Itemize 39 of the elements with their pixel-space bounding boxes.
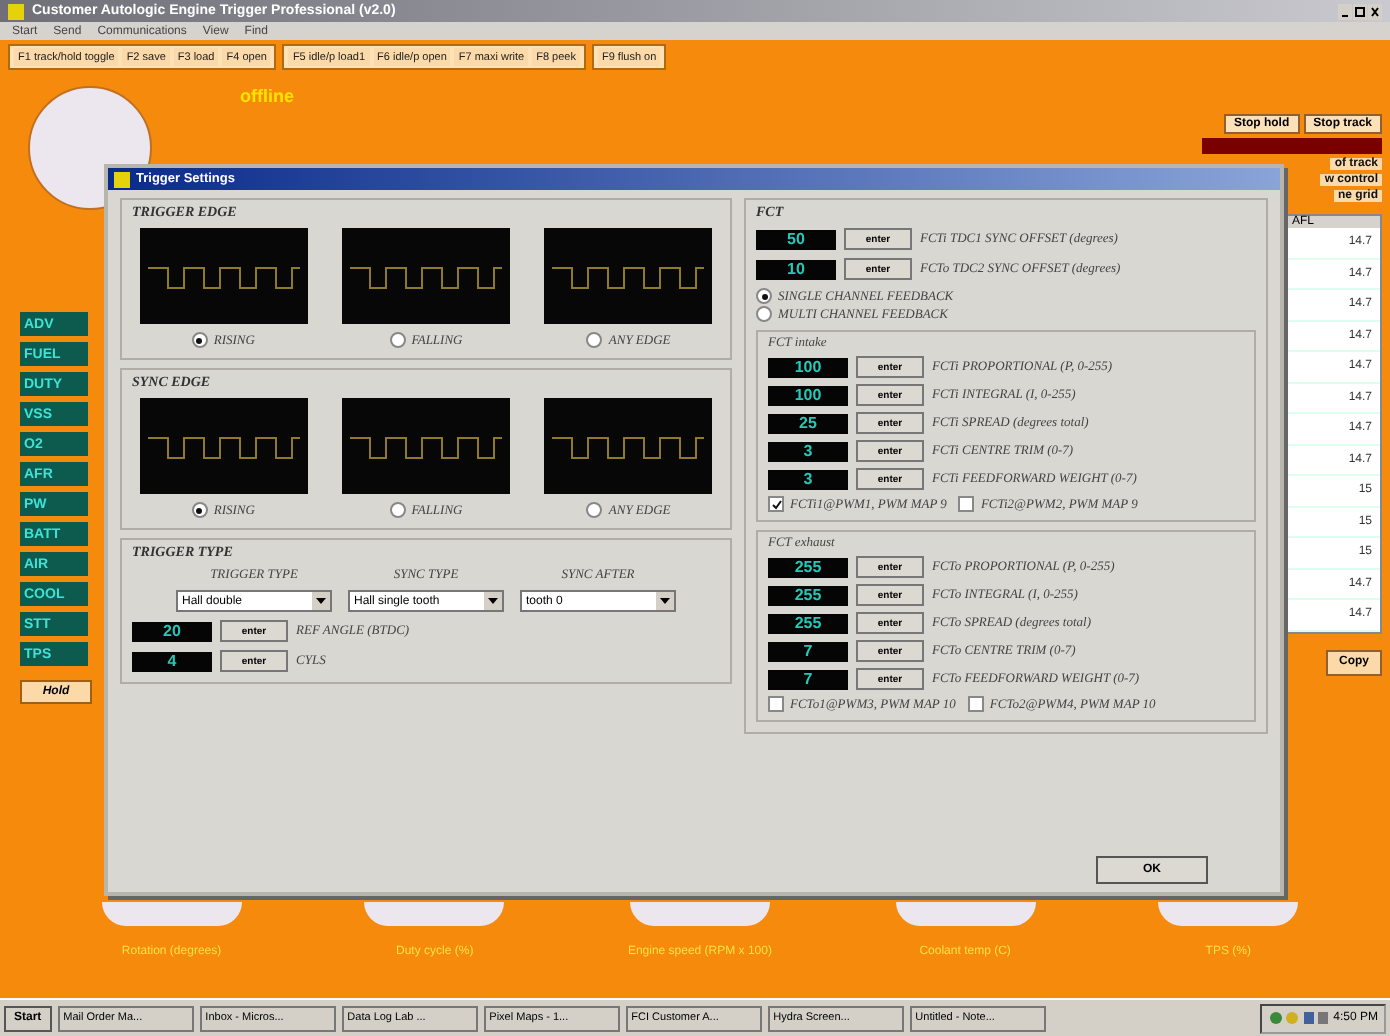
- radio-button[interactable]: [756, 306, 772, 322]
- radio-button[interactable]: [586, 502, 603, 518]
- value-display: 255: [768, 557, 848, 577]
- checkbox[interactable]: [768, 496, 784, 512]
- value-display: 50: [756, 229, 836, 249]
- checkbox[interactable]: [958, 496, 975, 512]
- value-display: 100: [768, 357, 848, 377]
- value-display: 20: [132, 621, 212, 641]
- status-text: offline: [240, 86, 296, 106]
- value-display: 10: [756, 259, 836, 279]
- value-display: 7: [768, 641, 848, 661]
- value-display: 255: [768, 613, 848, 633]
- app-icon: [8, 3, 24, 19]
- radio-button[interactable]: [191, 502, 208, 518]
- checkbox[interactable]: [967, 696, 984, 712]
- caret-icon[interactable]: [484, 592, 502, 610]
- radio-button[interactable]: [586, 332, 603, 348]
- tray-icons[interactable]: [1267, 1010, 1328, 1026]
- value-display: 25: [768, 413, 848, 433]
- gauge-dial: [895, 902, 1036, 926]
- value-display: 255: [768, 585, 848, 605]
- window-controls-icon[interactable]: [1338, 3, 1382, 19]
- value-display: 3: [768, 469, 848, 489]
- caret-icon[interactable]: [312, 592, 330, 610]
- radio-button[interactable]: [389, 332, 406, 348]
- gauge-dial: [629, 902, 770, 926]
- value-display: 3: [768, 441, 848, 461]
- caret-icon[interactable]: [656, 592, 674, 610]
- gauge-dial: [101, 902, 242, 926]
- radio-button[interactable]: [756, 288, 772, 304]
- checkbox[interactable]: [768, 696, 784, 712]
- radio-button[interactable]: [389, 502, 406, 518]
- gauge-dial: [1158, 902, 1299, 926]
- value-display: 100: [768, 385, 848, 405]
- value-display: 4: [132, 651, 212, 671]
- gauge-dial: [364, 902, 505, 926]
- radio-button[interactable]: [191, 332, 208, 348]
- value-display: 7: [768, 669, 848, 689]
- app-icon: [114, 171, 130, 187]
